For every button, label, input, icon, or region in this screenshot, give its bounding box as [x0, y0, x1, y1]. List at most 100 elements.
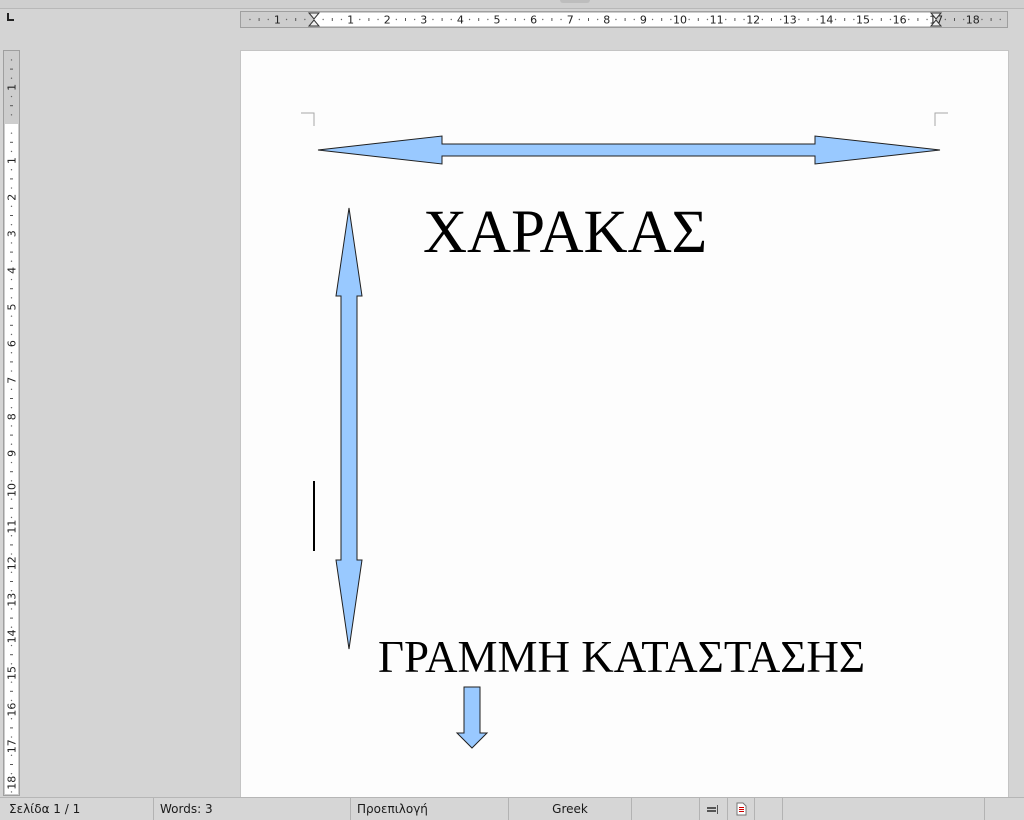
vertical-ruler-dot: [10, 626, 13, 628]
vertical-ruler-dot: [10, 480, 13, 482]
vertical-ruler-label: 11: [6, 520, 19, 534]
horizontal-ruler-dot: [395, 18, 398, 21]
horizontal-ruler-dot: [908, 18, 910, 21]
page-corner-mark-right: [934, 112, 948, 126]
horizontal-ruler-dot: [853, 18, 855, 21]
horizontal-ruler-dot: [834, 18, 837, 21]
document-page[interactable]: ΧΑΡΑΚΑΣ ΓΡΑΜΜΗ ΚΑΤΑΣΤΑΣΗΣ: [241, 51, 1008, 811]
vertical-ruler-dot: [10, 699, 13, 702]
object-info-field[interactable]: [782, 798, 984, 820]
vertical-ruler-dot: [10, 352, 13, 354]
vertical-ruler-label: 15: [6, 666, 19, 680]
horizontal-ruler-dot: [377, 18, 379, 21]
vertical-ruler-dot: [10, 736, 13, 738]
horizontal-ruler-dot: [523, 18, 526, 21]
horizontal-ruler-dot: [468, 18, 471, 21]
vertical-ruler-label: 18: [6, 776, 19, 790]
horizontal-double-arrow-shape[interactable]: [317, 135, 941, 165]
vertical-ruler-dot: [10, 95, 13, 98]
vertical-ruler-dot: [10, 535, 13, 537]
horizontal-ruler-label: 11: [710, 14, 724, 27]
vertical-ruler-dot: [10, 571, 13, 574]
horizontal-ruler-scale: 1123456789101112131415161718: [249, 12, 1001, 27]
vertical-ruler-dot: [10, 315, 13, 317]
vertical-ruler-dot: [10, 114, 13, 116]
vertical-ruler-dot: [10, 59, 13, 61]
horizontal-ruler[interactable]: 1123456789101112131415161718: [240, 11, 1008, 28]
vertical-ruler-label: 12: [6, 556, 19, 570]
vertical-ruler-dot: [10, 608, 13, 610]
vertical-ruler-label: 16: [6, 703, 19, 717]
horizontal-ruler-dot: [596, 18, 599, 21]
horizontal-ruler-dot: [285, 18, 288, 21]
insert-mode-field[interactable]: [631, 798, 699, 820]
selection-mode-icon: [707, 805, 718, 814]
document-subheading-text[interactable]: ΓΡΑΜΜΗ ΚΑΤΑΣΤΑΣΗΣ: [378, 635, 865, 680]
horizontal-ruler-dot: [816, 18, 818, 21]
horizontal-ruler-label: 13: [783, 14, 797, 27]
horizontal-ruler-label: 15: [856, 14, 870, 27]
horizontal-ruler-dot: [725, 18, 727, 21]
horizontal-ruler-dot: [450, 18, 452, 21]
vertical-ruler-dot: [10, 754, 13, 757]
horizontal-ruler-dot: [505, 18, 507, 21]
vertical-ruler-dot: [10, 461, 13, 464]
horizontal-ruler-dot: [359, 18, 361, 21]
horizontal-ruler-label: 16: [893, 14, 907, 27]
vertical-ruler-dot: [10, 187, 13, 189]
vertical-ruler-label: 9: [6, 450, 19, 457]
vertical-ruler-dot: [10, 644, 13, 647]
horizontal-ruler-label: 3: [420, 14, 427, 27]
horizontal-ruler-label: 14: [819, 14, 833, 27]
vertical-ruler-dot: [10, 370, 13, 372]
horizontal-ruler-dot: [578, 18, 581, 21]
vertical-ruler-label: 6: [6, 340, 19, 347]
horizontal-ruler-dot: [871, 18, 873, 21]
horizontal-ruler-dot: [706, 18, 709, 21]
horizontal-ruler-dot: [962, 18, 965, 21]
vertical-ruler-label: 1: [6, 84, 19, 91]
vertical-ruler-dot: [10, 406, 13, 409]
horizontal-ruler-label: 1: [274, 14, 281, 27]
vertical-ruler-label: 4: [6, 267, 19, 274]
horizontal-ruler-dot: [743, 18, 745, 21]
tab-stop-type-icon[interactable]: [7, 12, 15, 22]
horizontal-ruler-dot: [413, 18, 416, 21]
horizontal-ruler-dot: [889, 18, 892, 21]
vertical-ruler-label: 2: [6, 194, 19, 201]
digital-signature-field[interactable]: [754, 798, 782, 820]
view-layout-field[interactable]: [984, 798, 1024, 820]
vertical-double-arrow-shape[interactable]: [335, 207, 363, 650]
vertical-ruler-dot: [10, 663, 13, 665]
document-modified-icon: [736, 802, 747, 816]
vertical-ruler-dot: [10, 425, 13, 427]
language-field[interactable]: Greek: [508, 798, 631, 820]
selection-mode-field[interactable]: [699, 798, 727, 820]
vertical-ruler-label: 1: [6, 157, 19, 164]
horizontal-ruler-label: 18: [966, 14, 980, 27]
vertical-ruler-dot: [10, 132, 13, 134]
vertical-ruler-dot: [10, 498, 13, 500]
horizontal-ruler-dot: [267, 18, 269, 21]
vertical-ruler-label: 13: [6, 593, 19, 607]
vertical-ruler-dot: [10, 260, 13, 262]
vertical-ruler-dot: [10, 205, 13, 208]
horizontal-ruler-dot: [560, 18, 562, 21]
document-modified-field[interactable]: [727, 798, 754, 820]
vertical-ruler-dot: [10, 169, 13, 171]
page-style-field[interactable]: Προεπιλογή: [350, 798, 508, 820]
word-count-field[interactable]: Words: 3: [153, 798, 350, 820]
vertical-ruler-dot: [10, 77, 13, 79]
vertical-ruler-scale: 1123456789101112131415161718: [5, 59, 19, 794]
collapse-grip-handle[interactable]: [560, 0, 590, 3]
vertical-ruler[interactable]: 1 1 2 3 4 5 6 7 8 9 10 11 12 13 14 15 16 17 18: [3, 50, 20, 796]
down-arrow-shape[interactable]: [455, 686, 489, 749]
vertical-ruler-label: 3: [6, 230, 19, 237]
page-corner-mark-left: [301, 112, 315, 126]
page-count-field[interactable]: Σελίδα 1 / 1: [3, 798, 153, 820]
horizontal-ruler-dot: [340, 18, 343, 21]
document-heading-text[interactable]: ΧΑΡΑΚΑΣ: [423, 202, 707, 263]
horizontal-ruler-label: 8: [603, 14, 610, 27]
vertical-ruler-dot: [10, 297, 13, 299]
vertical-ruler-dot: [10, 791, 13, 793]
